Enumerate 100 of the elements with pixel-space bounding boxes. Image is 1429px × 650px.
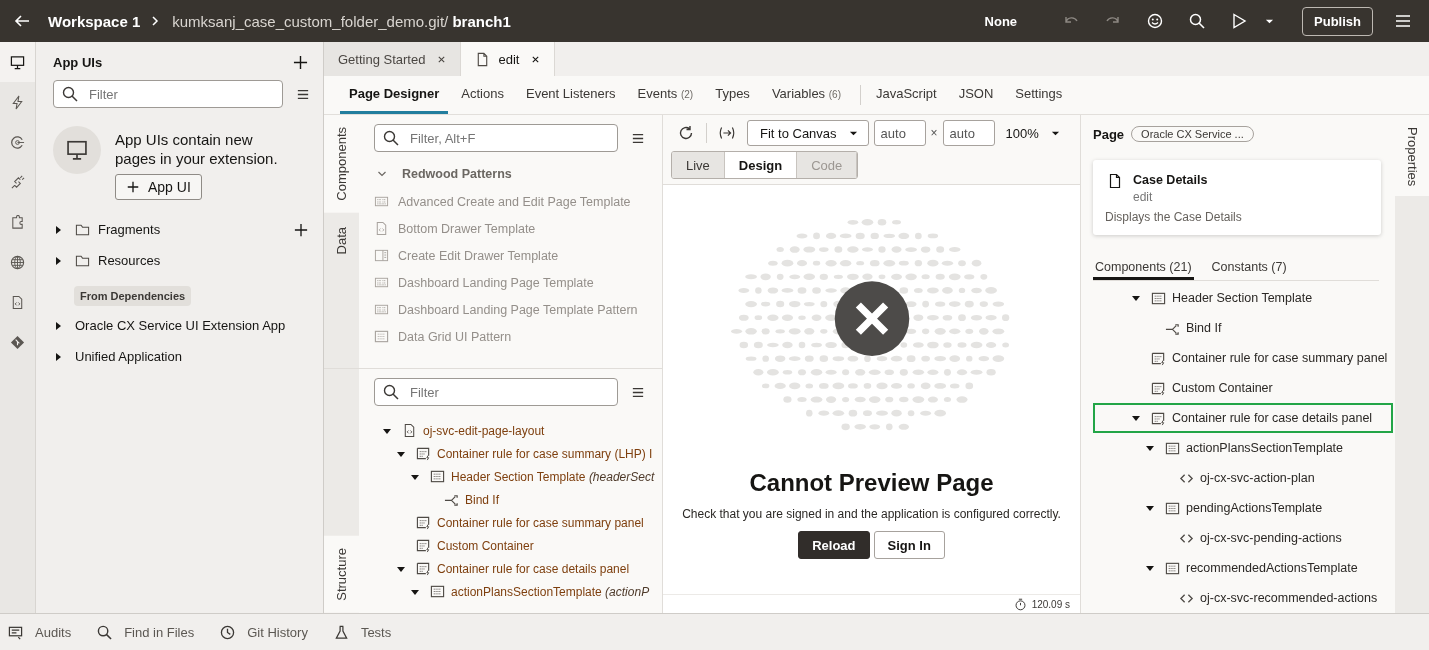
zoom-dropdown[interactable]: 100% xyxy=(1005,125,1060,141)
section-label: From Dependencies xyxy=(74,286,192,306)
vertical-tab[interactable]: Components xyxy=(324,115,359,213)
tree-item[interactable]: Custom Container xyxy=(1093,373,1393,403)
folder-icon xyxy=(75,253,90,268)
tree-item-label: oj-cx-svc-pending-actions xyxy=(1200,531,1342,545)
chevron-icon[interactable] xyxy=(377,169,387,179)
menu-icon[interactable] xyxy=(632,386,644,398)
filter-field[interactable]: Filter xyxy=(53,80,283,108)
plus-icon xyxy=(126,180,140,194)
action-button[interactable]: Sign In xyxy=(873,531,945,559)
workspace-name[interactable]: Workspace 1 xyxy=(48,12,141,30)
designer-tab[interactable]: JavaScript xyxy=(866,76,946,114)
vertical-tab[interactable]: Data xyxy=(324,212,359,269)
tree-item[interactable]: oj-cx-svc-recommended-actions xyxy=(1093,583,1393,613)
tree-item-label[interactable]: oj-svc-edit-page-layout xyxy=(423,423,545,438)
caret-icon[interactable] xyxy=(1131,293,1141,303)
tree-item[interactable]: Bind If xyxy=(1093,313,1393,343)
vertical-tab[interactable]: Structure xyxy=(324,536,359,613)
tree-item[interactable]: Container rule for case details panel xyxy=(1093,403,1393,433)
tree-item-label[interactable]: Container rule for case summary (LHP) I xyxy=(437,446,653,461)
bottom-tab[interactable]: Git History xyxy=(220,624,308,640)
back-arrow-icon[interactable] xyxy=(14,13,30,29)
fit-width-icon[interactable] xyxy=(718,125,736,141)
tree-item[interactable]: actionPlansSectionTemplate xyxy=(1093,433,1393,463)
tree-item[interactable]: oj-cx-svc-pending-actions xyxy=(1093,523,1393,553)
tree-item-label: Container rule for case details panel xyxy=(1172,411,1373,425)
lightning-icon xyxy=(10,94,25,110)
tree-item[interactable]: pendingActionsTemplate xyxy=(1093,493,1393,523)
designer-tab[interactable]: JSON xyxy=(949,76,1003,114)
close-icon[interactable] xyxy=(437,54,447,64)
designer-tab[interactable]: Event Listeners xyxy=(516,76,625,114)
designer-tab[interactable]: Settings xyxy=(1006,76,1072,114)
tree-item-label[interactable]: Container rule for case details panel xyxy=(437,561,630,576)
width-field[interactable]: auto xyxy=(873,120,926,146)
tree-item-label[interactable]: Custom Container xyxy=(437,538,534,553)
tree-item-label[interactable]: Oracle CX Service UI Extension App xyxy=(75,318,315,333)
tree-item-label[interactable]: Container rule for case summary panel xyxy=(437,515,644,530)
tree-item[interactable]: oj-cx-svc-action-plan xyxy=(1093,463,1393,493)
tree-item-label: actionPlansSectionTemplate xyxy=(1186,441,1344,455)
action-button[interactable]: Reload xyxy=(798,531,870,559)
tree-item-label[interactable]: Fragments xyxy=(98,222,286,237)
caret-icon[interactable] xyxy=(1145,503,1155,513)
refresh-icon[interactable] xyxy=(677,125,695,141)
error-message: Check that you are signed in and the application is configured correctly. xyxy=(682,507,1061,521)
flask-icon xyxy=(333,624,349,640)
menu-icon[interactable] xyxy=(1395,13,1411,29)
tree-item-label[interactable]: Unified Application xyxy=(75,349,315,364)
add-icon[interactable] xyxy=(293,54,308,70)
fit-dropdown[interactable]: Fit to Canvas xyxy=(747,120,869,146)
tree-item-label[interactable]: actionPlansSectionTemplate (actionP xyxy=(451,584,650,599)
search-icon[interactable] xyxy=(1189,13,1206,29)
tree-item[interactable]: Header Section Template xyxy=(1093,283,1393,313)
height-field[interactable]: auto xyxy=(942,120,995,146)
menu-icon[interactable] xyxy=(297,88,309,100)
editor-tab[interactable]: Getting Started xyxy=(324,42,462,76)
tree-item-label[interactable]: Bind If xyxy=(465,492,500,507)
card-title: Case Details xyxy=(1133,172,1209,187)
caret-icon[interactable] xyxy=(1131,413,1141,423)
bottom-tab[interactable]: Find in Files xyxy=(97,624,195,640)
designer-tab[interactable]: Actions xyxy=(452,76,513,114)
mode-label: None xyxy=(984,13,1018,29)
designer-tab[interactable]: Events (2) xyxy=(628,76,703,114)
smiley-icon[interactable] xyxy=(1147,13,1164,29)
add-icon[interactable] xyxy=(294,222,308,237)
tree-item[interactable]: recommendedActionsTemplate xyxy=(1093,553,1393,583)
designer-tab[interactable]: Variables (6) xyxy=(762,76,850,114)
bottom-tab[interactable]: Tests xyxy=(333,624,392,640)
caret-icon[interactable] xyxy=(53,255,63,266)
vertical-tab[interactable]: Properties xyxy=(1395,115,1429,197)
tree-item[interactable]: Container rule for case summary panel xyxy=(1093,343,1393,373)
play-icon[interactable] xyxy=(1231,13,1248,29)
publish-button[interactable]: Publish xyxy=(1302,6,1373,36)
editor-tab[interactable]: edit xyxy=(461,42,556,76)
activity-button[interactable] xyxy=(0,42,35,82)
caret-icon[interactable] xyxy=(1145,563,1155,573)
filter-field[interactable]: Filter xyxy=(374,378,618,406)
list-icon xyxy=(8,624,23,640)
side-panel-icon xyxy=(374,248,389,263)
close-icon[interactable] xyxy=(531,54,541,64)
tab-label: edit xyxy=(498,51,520,67)
info-text: App UIs contain new pages in your extension. xyxy=(115,130,279,168)
caret-icon[interactable] xyxy=(53,351,63,362)
monitor-badge-icon xyxy=(53,126,101,174)
caret-icon[interactable] xyxy=(1145,443,1155,453)
designer-tab[interactable]: Types xyxy=(706,76,759,114)
add-app-ui-button[interactable]: App UI xyxy=(115,174,202,200)
caret-icon[interactable] xyxy=(53,320,63,331)
menu-icon[interactable] xyxy=(632,132,644,144)
repository-path: kumksanj_case_custom_folder_demo.git/ branch1 xyxy=(172,12,511,30)
tree-item-label[interactable]: Header Section Template (headerSect xyxy=(451,469,655,484)
caret-icon[interactable] xyxy=(53,224,63,235)
section-tab[interactable]: Constants (7) xyxy=(1209,256,1289,280)
filter-field[interactable]: Filter, Alt+F xyxy=(374,124,618,152)
section-tab[interactable]: Components (21) xyxy=(1093,256,1194,280)
mode-toggle[interactable]: Design xyxy=(724,152,798,178)
tree-item-label: pendingActionsTemplate xyxy=(1186,501,1323,515)
tree-item-label[interactable]: Resources xyxy=(98,253,315,268)
mode-toggle[interactable]: Live xyxy=(672,152,725,178)
bottom-tab[interactable]: Audits xyxy=(8,624,72,640)
